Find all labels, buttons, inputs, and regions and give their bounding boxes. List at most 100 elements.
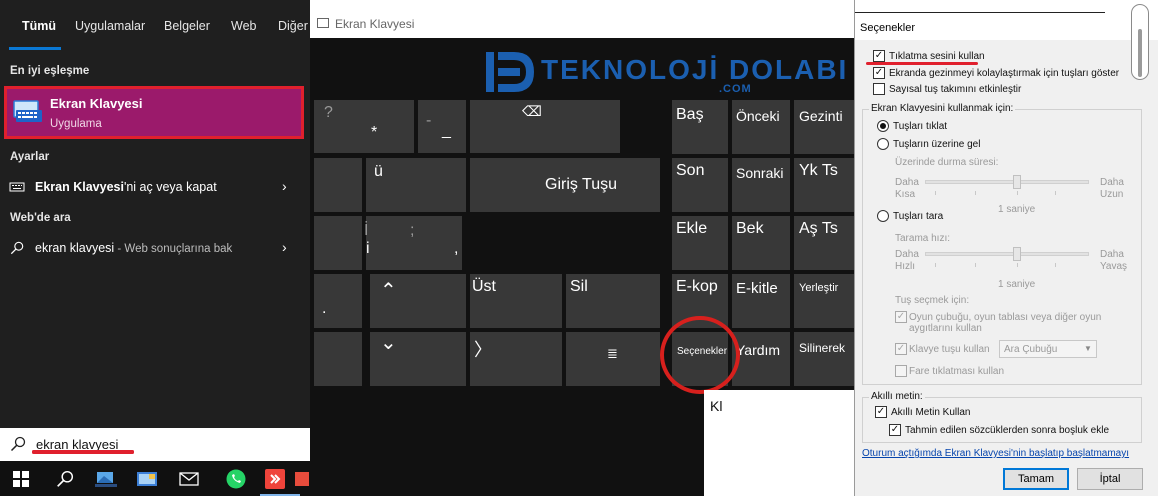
tab-apps[interactable]: Uygulamalar bbox=[75, 0, 145, 52]
best-match-subtitle: Uygulama bbox=[50, 118, 102, 130]
checkbox-keyboard-key[interactable]: ✓ bbox=[895, 343, 907, 355]
key-dash-shift: - bbox=[426, 112, 432, 129]
radio-scan-keys[interactable] bbox=[877, 210, 889, 222]
app-icon[interactable] bbox=[87, 461, 125, 496]
key-yardim-label: Yardım bbox=[736, 342, 781, 358]
best-match-result[interactable]: Ekran Klavyesi Uygulama bbox=[4, 86, 304, 139]
key-son[interactable]: Son bbox=[672, 158, 728, 212]
search-icon[interactable] bbox=[46, 461, 84, 496]
scan-min-label-2: Hızlı bbox=[895, 261, 915, 272]
checkbox-gamepad[interactable]: ✓ bbox=[895, 311, 907, 323]
key-e-kitle[interactable]: E-kitle bbox=[732, 274, 790, 328]
checkbox-mouse-click[interactable] bbox=[895, 365, 907, 377]
startup-settings-link[interactable]: Oturum açtığımda Ekran Klavyesi'nin başl… bbox=[862, 448, 1129, 459]
scan-speed-slider-thumb[interactable] bbox=[1013, 247, 1021, 261]
scan-keys-label: Tuşları tara bbox=[893, 211, 944, 222]
chevron-right-icon: › bbox=[282, 239, 287, 255]
web-search-hint: - Web sonuçlarına bak bbox=[114, 243, 233, 255]
scan-max-label-1: Daha bbox=[1100, 249, 1124, 260]
keyboard-key-select[interactable]: Ara Çubuğu ▼ bbox=[999, 340, 1097, 358]
checkbox-numpad[interactable] bbox=[873, 83, 885, 95]
whatsapp-icon[interactable] bbox=[217, 461, 255, 496]
arrow-down-icon: ⌄ bbox=[380, 332, 397, 354]
key-dash[interactable]: - _ bbox=[418, 100, 466, 153]
cancel-button[interactable]: İptal bbox=[1077, 468, 1143, 490]
start-search-box[interactable]: ekran klavyesi bbox=[0, 428, 310, 461]
chevron-down-icon: ▼ bbox=[1084, 344, 1092, 353]
key-e-kop-label: E-kop bbox=[676, 278, 718, 295]
settings-item-keyboard-toggle[interactable]: Ekran Klavyesi'ni aç veya kapat › bbox=[0, 172, 310, 202]
tab-all[interactable]: Tümü bbox=[22, 0, 56, 52]
logo-mark-icon bbox=[486, 52, 534, 92]
key-ekle[interactable]: Ekle bbox=[672, 216, 728, 270]
scan-speed-slider[interactable] bbox=[925, 252, 1089, 256]
ok-button[interactable]: Tamam bbox=[1003, 468, 1069, 490]
key-partial-left[interactable] bbox=[314, 158, 362, 212]
key-star[interactable]: ? * bbox=[314, 100, 414, 153]
search-icon bbox=[10, 436, 26, 452]
keyboard-key-select-value: Ara Çubuğu bbox=[1004, 344, 1058, 355]
photos-icon[interactable] bbox=[294, 461, 310, 496]
radio-hover-keys[interactable] bbox=[877, 138, 889, 150]
mail-app-icon[interactable] bbox=[128, 461, 166, 496]
hover-min-label-2: Kısa bbox=[895, 189, 916, 200]
key-yk-ts[interactable]: Yk Ts bbox=[794, 158, 854, 212]
key-yk-ts-label: Yk Ts bbox=[799, 162, 838, 179]
scrollbar[interactable] bbox=[1131, 4, 1149, 80]
tab-web[interactable]: Web bbox=[231, 0, 256, 52]
backspace-icon: ⌫ bbox=[522, 103, 542, 119]
key-silinerek[interactable]: Silinerek bbox=[794, 332, 854, 386]
key-star-label: * bbox=[371, 124, 378, 141]
key-gezinti[interactable]: Gezinti bbox=[794, 100, 854, 154]
checkbox-click-sound[interactable]: ✓ bbox=[873, 50, 885, 62]
key-as-ts[interactable]: Aş Ts bbox=[794, 216, 854, 270]
radio-click-keys[interactable] bbox=[877, 120, 889, 132]
windows-start-icon[interactable] bbox=[2, 461, 40, 496]
key-sonraki[interactable]: Sonraki bbox=[732, 158, 790, 212]
key-enter[interactable]: Giriş Tuşu bbox=[470, 158, 660, 212]
mail-icon[interactable] bbox=[170, 461, 208, 496]
click-sound-highlight-underline bbox=[866, 62, 978, 65]
key-onceki[interactable]: Önceki bbox=[732, 100, 790, 154]
scrollbar-thumb[interactable] bbox=[1138, 29, 1142, 77]
key-u-umlaut[interactable]: ü bbox=[366, 158, 466, 212]
key-ust-label: Üst bbox=[472, 278, 496, 295]
key-yerlestir[interactable]: Yerleştir bbox=[794, 274, 854, 328]
key-arrow-up[interactable]: ⌃ bbox=[370, 274, 466, 328]
options-dialog: Seçenekler ✕ ✓ Tıklatma sesini kullan ✓ … bbox=[854, 0, 1158, 496]
slider-tick bbox=[975, 263, 976, 267]
key-comma[interactable]: ; , bbox=[406, 216, 462, 270]
key-bek[interactable]: Bek bbox=[732, 216, 790, 270]
settings-item-bold: Ekran Klavyesi bbox=[35, 180, 124, 194]
key-partial-left-2[interactable] bbox=[314, 216, 362, 270]
hover-duration-slider[interactable] bbox=[925, 180, 1089, 184]
key-arrow-down[interactable]: ⌄ bbox=[370, 332, 466, 386]
scan-max-label-2: Yavaş bbox=[1100, 261, 1128, 272]
tab-more[interactable]: Diğer bbox=[278, 0, 308, 52]
tab-documents[interactable]: Belgeler bbox=[164, 0, 210, 52]
key-dot[interactable]: . bbox=[314, 274, 362, 328]
hover-duration-slider-thumb[interactable] bbox=[1013, 175, 1021, 189]
key-arrow-right[interactable]: 〉 bbox=[470, 332, 562, 386]
checkbox-smart-text[interactable]: ✓ bbox=[875, 406, 887, 418]
checkbox-space-after[interactable]: ✓ bbox=[889, 424, 901, 436]
arrow-up-icon: ⌃ bbox=[380, 280, 397, 302]
key-backspace[interactable]: ⌫ bbox=[470, 100, 620, 153]
key-sil[interactable]: Sil bbox=[566, 274, 660, 328]
key-dot-label: . bbox=[322, 300, 327, 317]
key-menu[interactable]: ≣ bbox=[566, 332, 660, 386]
key-yardim[interactable]: Yardım bbox=[732, 332, 790, 386]
start-tabs: Tümü Uygulamalar Belgeler Web Diğer bbox=[0, 0, 310, 50]
scan-speed-label: Tarama hızı: bbox=[895, 233, 951, 244]
scan-speed-value: 1 saniye bbox=[998, 279, 1036, 290]
checkbox-nav-keys[interactable]: ✓ bbox=[873, 67, 885, 79]
key-u-umlaut-label: ü bbox=[374, 163, 383, 180]
key-partial-left-3[interactable] bbox=[314, 332, 362, 386]
anydesk-icon[interactable] bbox=[256, 461, 294, 496]
web-search-item[interactable]: ekran klavyesi - Web sonuçlarına bak › bbox=[0, 233, 310, 263]
background-window: Kl bbox=[704, 390, 854, 496]
arrow-right-icon: 〉 bbox=[474, 340, 492, 360]
key-bas[interactable]: Baş bbox=[672, 100, 728, 154]
gamepad-label-1: Oyun çubuğu, oyun tablası veya diğer oyu… bbox=[909, 312, 1102, 323]
key-ust[interactable]: Üst bbox=[470, 274, 562, 328]
